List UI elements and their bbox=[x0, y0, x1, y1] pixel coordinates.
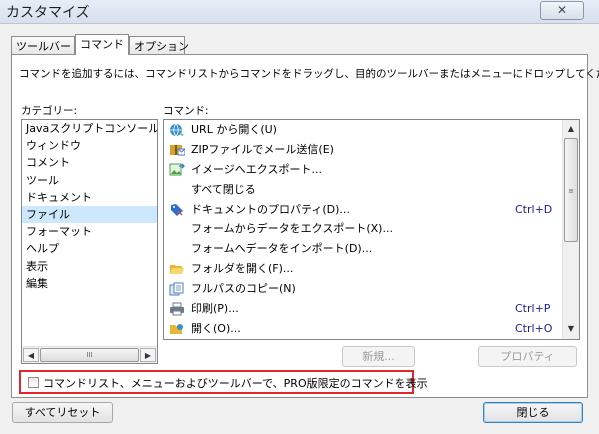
image-export-icon bbox=[169, 163, 185, 177]
category-item[interactable]: ツール bbox=[22, 172, 157, 189]
command-item-label: フルパスのコピー(N) bbox=[191, 282, 296, 296]
command-item[interactable]: 開く(O)... Ctrl+O bbox=[164, 319, 579, 339]
command-list[interactable]: URL から開く(U) ZIPファイルでメール送信(E) イメージへエクスポート..… bbox=[163, 119, 580, 340]
category-item[interactable]: フォーマット bbox=[22, 223, 157, 240]
command-item-label: ドキュメントのプロパティ(D)... bbox=[191, 202, 350, 216]
tab-label: コマンド bbox=[80, 38, 124, 51]
command-item[interactable]: フォームへデータをインポート(D)... bbox=[164, 239, 579, 259]
category-item[interactable]: 表示 bbox=[22, 258, 157, 275]
command-item[interactable]: イメージへエクスポート... bbox=[164, 160, 579, 180]
command-item[interactable]: ZIPファイルでメール送信(E) bbox=[164, 140, 579, 160]
category-item[interactable]: ドキュメント bbox=[22, 189, 157, 206]
command-item-label: フォームへデータをインポート(D)... bbox=[191, 242, 373, 256]
command-label: コマンド: bbox=[163, 105, 209, 117]
category-item[interactable]: Javaスクリプトコンソール bbox=[22, 120, 157, 137]
open-icon bbox=[169, 322, 185, 336]
close-window-button[interactable]: ✕ bbox=[540, 1, 584, 20]
command-shortcut: Ctrl+D bbox=[515, 202, 553, 216]
scroll-thumb[interactable]: ≡ bbox=[564, 138, 578, 242]
scroll-down-icon[interactable]: ▼ bbox=[563, 321, 579, 337]
printer-icon bbox=[169, 302, 185, 316]
zip-mail-icon bbox=[169, 143, 186, 157]
close-icon: ✕ bbox=[556, 3, 568, 17]
command-item[interactable]: URL から開く(U) bbox=[164, 120, 579, 140]
scroll-right-icon[interactable]: ▶ bbox=[140, 348, 156, 362]
command-item[interactable]: フォルダを開く(F)... bbox=[164, 259, 579, 279]
category-item[interactable]: コメント bbox=[22, 154, 157, 171]
pro-commands-checkbox[interactable] bbox=[28, 377, 39, 388]
tab-commands[interactable]: コマンド bbox=[75, 34, 129, 55]
globe-open-icon bbox=[169, 123, 185, 137]
command-vertical-scrollbar[interactable]: ▲ ≡ ▼ bbox=[562, 120, 579, 339]
document-properties-icon bbox=[169, 203, 185, 217]
command-shortcut: Ctrl+O bbox=[515, 321, 553, 335]
category-horizontal-scrollbar[interactable]: ◀ III ▶ bbox=[22, 346, 157, 363]
title-bar: カスタマイズ ✕ bbox=[0, 0, 599, 24]
grip-icon: ≡ bbox=[568, 187, 574, 195]
category-item[interactable]: ヘルプ bbox=[22, 240, 157, 257]
command-rows: URL から開く(U) ZIPファイルでメール送信(E) イメージへエクスポート..… bbox=[164, 120, 579, 339]
command-item[interactable]: フォームからデータをエクスポート(X)... bbox=[164, 219, 579, 239]
command-item[interactable]: ドキュメントのプロパティ(D)... Ctrl+D bbox=[164, 200, 579, 220]
new-command-button[interactable]: 新規... bbox=[342, 346, 415, 367]
scroll-up-icon[interactable]: ▲ bbox=[563, 121, 579, 137]
reset-all-button[interactable]: すべてリセット bbox=[12, 402, 113, 423]
folder-open-icon bbox=[169, 262, 185, 276]
properties-button[interactable]: プロパティ bbox=[478, 346, 577, 367]
tab-label: オプション bbox=[134, 40, 189, 53]
tab-options[interactable]: オプション bbox=[129, 36, 189, 54]
command-item-label: フォルダを開く(F)... bbox=[191, 262, 294, 276]
command-item[interactable]: フルパスのコピー(N) bbox=[164, 279, 579, 299]
command-item-label: URL から開く(U) bbox=[191, 123, 277, 136]
command-item[interactable]: すべて閉じる bbox=[164, 180, 579, 200]
command-item-label: ZIPファイルでメール送信(E) bbox=[191, 142, 334, 156]
copy-path-icon bbox=[169, 282, 185, 296]
command-shortcut: Ctrl+P bbox=[515, 302, 551, 316]
command-item-label: 印刷(P)... bbox=[191, 302, 239, 316]
category-item[interactable]: ウィンドウ bbox=[22, 137, 157, 154]
command-item[interactable]: 印刷(P)... Ctrl+P bbox=[164, 299, 579, 319]
category-item[interactable]: 編集 bbox=[22, 275, 157, 292]
grip-icon: III bbox=[86, 351, 93, 359]
pro-commands-label: コマンドリスト、メニューおよびツールバーで、PRO版限定のコマンドを表示 bbox=[43, 377, 428, 390]
command-item-label: フォームからデータをエクスポート(X)... bbox=[191, 222, 393, 236]
pro-commands-option[interactable]: コマンドリスト、メニューおよびツールバーで、PRO版限定のコマンドを表示 bbox=[19, 370, 428, 394]
category-item-selected[interactable]: ファイル bbox=[22, 205, 157, 224]
tab-label: ツールバー bbox=[16, 40, 71, 53]
scroll-left-icon[interactable]: ◀ bbox=[23, 348, 39, 362]
category-label: カテゴリー: bbox=[21, 105, 78, 117]
command-item-label: すべて閉じる bbox=[191, 182, 256, 196]
window-title: カスタマイズ bbox=[6, 5, 90, 21]
instruction-text: コマンドを追加するには、コマンドリストからコマンドをドラッグし、目的のツールバー… bbox=[19, 68, 599, 80]
tab-toolbar[interactable]: ツールバー bbox=[11, 36, 75, 54]
commands-panel: コマンドを追加するには、コマンドリストからコマンドをドラッグし、目的のツールバー… bbox=[11, 54, 599, 398]
category-list[interactable]: Javaスクリプトコンソール ウィンドウ コメント ツール ドキュメント ファイ… bbox=[21, 119, 158, 364]
command-item-label: 開く(O)... bbox=[191, 321, 241, 335]
close-button[interactable]: 閉じる bbox=[483, 402, 583, 423]
scroll-thumb[interactable]: III bbox=[40, 348, 139, 362]
command-item-label: イメージへエクスポート... bbox=[191, 162, 322, 176]
